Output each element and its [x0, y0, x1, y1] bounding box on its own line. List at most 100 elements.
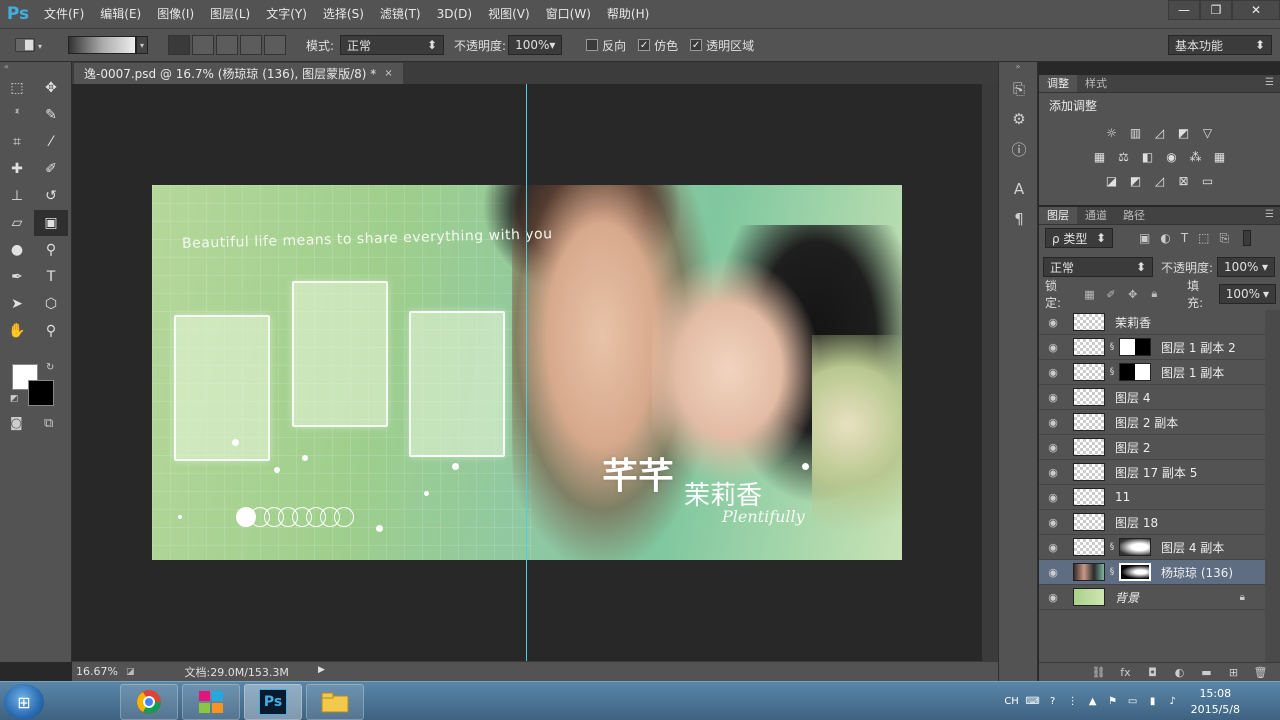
app-taskbar-button[interactable] [182, 684, 240, 720]
tab-styles[interactable]: 样式 [1077, 75, 1115, 92]
layer-row[interactable]: ◉ 图层 4 [1039, 385, 1265, 410]
layers-scrollbar[interactable] [1265, 310, 1280, 662]
menu-layer[interactable]: 图层(L) [202, 0, 258, 28]
layer-mask-thumbnail[interactable] [1119, 338, 1151, 356]
eye-icon[interactable]: ◉ [1039, 516, 1067, 529]
link-icon[interactable]: § [1107, 342, 1117, 352]
layer-row[interactable]: ◉ § 图层 1 副本 [1039, 360, 1265, 385]
dodge-tool-icon[interactable]: ⚲ [34, 237, 68, 263]
hue-saturation-icon[interactable]: ▦ [1088, 150, 1112, 166]
history-panel-icon[interactable]: ⎘ [999, 74, 1039, 104]
eye-icon[interactable]: ◉ [1039, 391, 1067, 404]
info-panel-icon[interactable]: ⓘ [999, 134, 1039, 164]
layer-style-icon[interactable]: fx [1112, 666, 1139, 679]
layer-row[interactable]: ◉ 图层 18 [1039, 510, 1265, 535]
layer-row[interactable]: ◉ 图层 2 [1039, 435, 1265, 460]
tab-channels[interactable]: 通道 [1077, 207, 1115, 224]
linear-gradient-button[interactable] [168, 35, 190, 55]
lock-position-icon[interactable]: ✥ [1122, 288, 1144, 301]
explorer-taskbar-button[interactable] [306, 684, 364, 720]
status-menu-arrow[interactable]: ▶ [318, 665, 325, 675]
minimize-button[interactable]: — [1168, 0, 1200, 20]
device-icon[interactable]: ▭ [1123, 696, 1143, 707]
transparency-checkbox[interactable]: ✓ [690, 39, 703, 51]
curves-icon[interactable]: ◿ [1148, 126, 1172, 142]
filter-type-icon[interactable]: T [1181, 231, 1188, 245]
eye-icon[interactable]: ◉ [1039, 366, 1067, 379]
threshold-icon[interactable]: ◿ [1148, 174, 1172, 190]
black-white-icon[interactable]: ◧ [1136, 150, 1160, 166]
exposure-icon[interactable]: ◩ [1172, 126, 1196, 142]
lock-transparent-icon[interactable]: ▦ [1079, 288, 1101, 301]
eraser-tool-icon[interactable]: ▱ [0, 210, 34, 236]
eye-icon[interactable]: ◉ [1039, 591, 1067, 604]
gradient-map-icon[interactable]: ▭ [1196, 174, 1220, 190]
channel-mixer-icon[interactable]: ⁂ [1184, 150, 1208, 166]
panel-menu-icon[interactable]: ☰ [1265, 77, 1274, 88]
canvas-scrollbar[interactable] [982, 84, 998, 661]
start-button[interactable]: ⊞ [4, 684, 44, 720]
new-layer-icon[interactable]: ⊞ [1220, 666, 1247, 679]
tab-layers[interactable]: 图层 [1039, 207, 1077, 224]
menu-3d[interactable]: 3D(D) [429, 0, 480, 28]
link-layers-icon[interactable]: ⛓ [1085, 666, 1112, 679]
new-group-icon[interactable]: ▬ [1193, 666, 1220, 679]
delete-layer-icon[interactable]: 🗑︎ [1247, 666, 1274, 679]
layer-row[interactable]: ◉ § 图层 4 副本 [1039, 535, 1265, 560]
restore-button[interactable]: ❐ [1200, 0, 1232, 20]
properties-panel-icon[interactable]: ⚙ [999, 104, 1039, 134]
gradient-swatch[interactable] [68, 36, 136, 54]
menu-type[interactable]: 文字(Y) [258, 0, 315, 28]
close-button[interactable]: ✕ [1232, 0, 1280, 20]
quick-mask-icon[interactable]: ◙ [10, 416, 23, 431]
eye-icon[interactable]: ◉ [1039, 441, 1067, 454]
keyboard-icon[interactable]: ⌨ [1023, 696, 1043, 707]
photoshop-logo[interactable]: Ps [0, 0, 36, 28]
selective-color-icon[interactable]: ⊠ [1172, 174, 1196, 190]
default-colors-icon[interactable]: ◩ [10, 394, 19, 404]
collapse-arrows-icon[interactable]: » [999, 62, 1037, 74]
layer-row[interactable]: ◉ 背景 🔒︎ [1039, 585, 1265, 610]
eye-icon[interactable]: ◉ [1039, 416, 1067, 429]
vibrance-icon[interactable]: ▽ [1196, 126, 1220, 142]
clock[interactable]: 15:08 2015/5/8 [1191, 686, 1240, 718]
filter-pixel-icon[interactable]: ▣ [1139, 231, 1150, 245]
shape-tool-icon[interactable]: ⬡ [34, 291, 68, 317]
color-balance-icon[interactable]: ⚖ [1112, 150, 1136, 166]
layer-filter-select[interactable]: ρ 类型 ⬍ [1045, 228, 1113, 248]
menu-select[interactable]: 选择(S) [315, 0, 372, 28]
layer-row[interactable]: ◉ 茉莉香 [1039, 310, 1265, 335]
menu-view[interactable]: 视图(V) [480, 0, 538, 28]
lock-image-icon[interactable]: ✐ [1100, 288, 1122, 301]
eye-icon[interactable]: ◉ [1039, 566, 1067, 579]
levels-icon[interactable]: ▥ [1124, 126, 1148, 142]
link-icon[interactable]: § [1107, 567, 1117, 577]
background-color-swatch[interactable] [28, 380, 54, 406]
mode-select[interactable]: 正常 ⬍ [340, 35, 445, 55]
tool-preset-picker[interactable]: ▾ [14, 33, 54, 57]
photo-filter-icon[interactable]: ◉ [1160, 150, 1184, 166]
eye-icon[interactable]: ◉ [1039, 491, 1067, 504]
layer-mask-thumbnail[interactable] [1119, 563, 1151, 581]
history-brush-tool-icon[interactable]: ↺ [34, 183, 68, 209]
zoom-tool-icon[interactable]: ⚲ [34, 318, 68, 344]
swap-colors-icon[interactable]: ↻ [46, 362, 54, 373]
brightness-icon[interactable]: ☼ [1100, 126, 1124, 142]
pen-tool-icon[interactable]: ✒ [0, 264, 34, 290]
type-tool-icon[interactable]: T [34, 264, 68, 290]
document-tab[interactable]: 逸-0007.psd @ 16.7% (杨琼琼 (136), 图层蒙版/8) *… [74, 63, 403, 84]
language-indicator[interactable]: CH [1001, 696, 1023, 707]
gradient-tool-icon[interactable]: ▣ [34, 210, 68, 236]
paragraph-panel-icon[interactable]: ¶ [999, 204, 1039, 234]
tray-menu-icon[interactable]: ⋮ [1063, 696, 1083, 707]
move-tool-icon[interactable]: ✥ [34, 75, 68, 101]
tab-adjustments[interactable]: 调整 [1039, 75, 1077, 92]
lock-all-icon[interactable]: 🔒︎ [1144, 287, 1166, 301]
blur-tool-icon[interactable]: ● [0, 237, 34, 263]
show-hidden-icons[interactable]: ▲ [1083, 696, 1103, 707]
guide-line[interactable] [526, 84, 527, 661]
zoom-level[interactable]: 16.67% [72, 665, 126, 678]
fill-input[interactable]: 100% ▾ [1218, 284, 1276, 304]
menu-window[interactable]: 窗口(W) [538, 0, 599, 28]
eye-icon[interactable]: ◉ [1039, 466, 1067, 479]
